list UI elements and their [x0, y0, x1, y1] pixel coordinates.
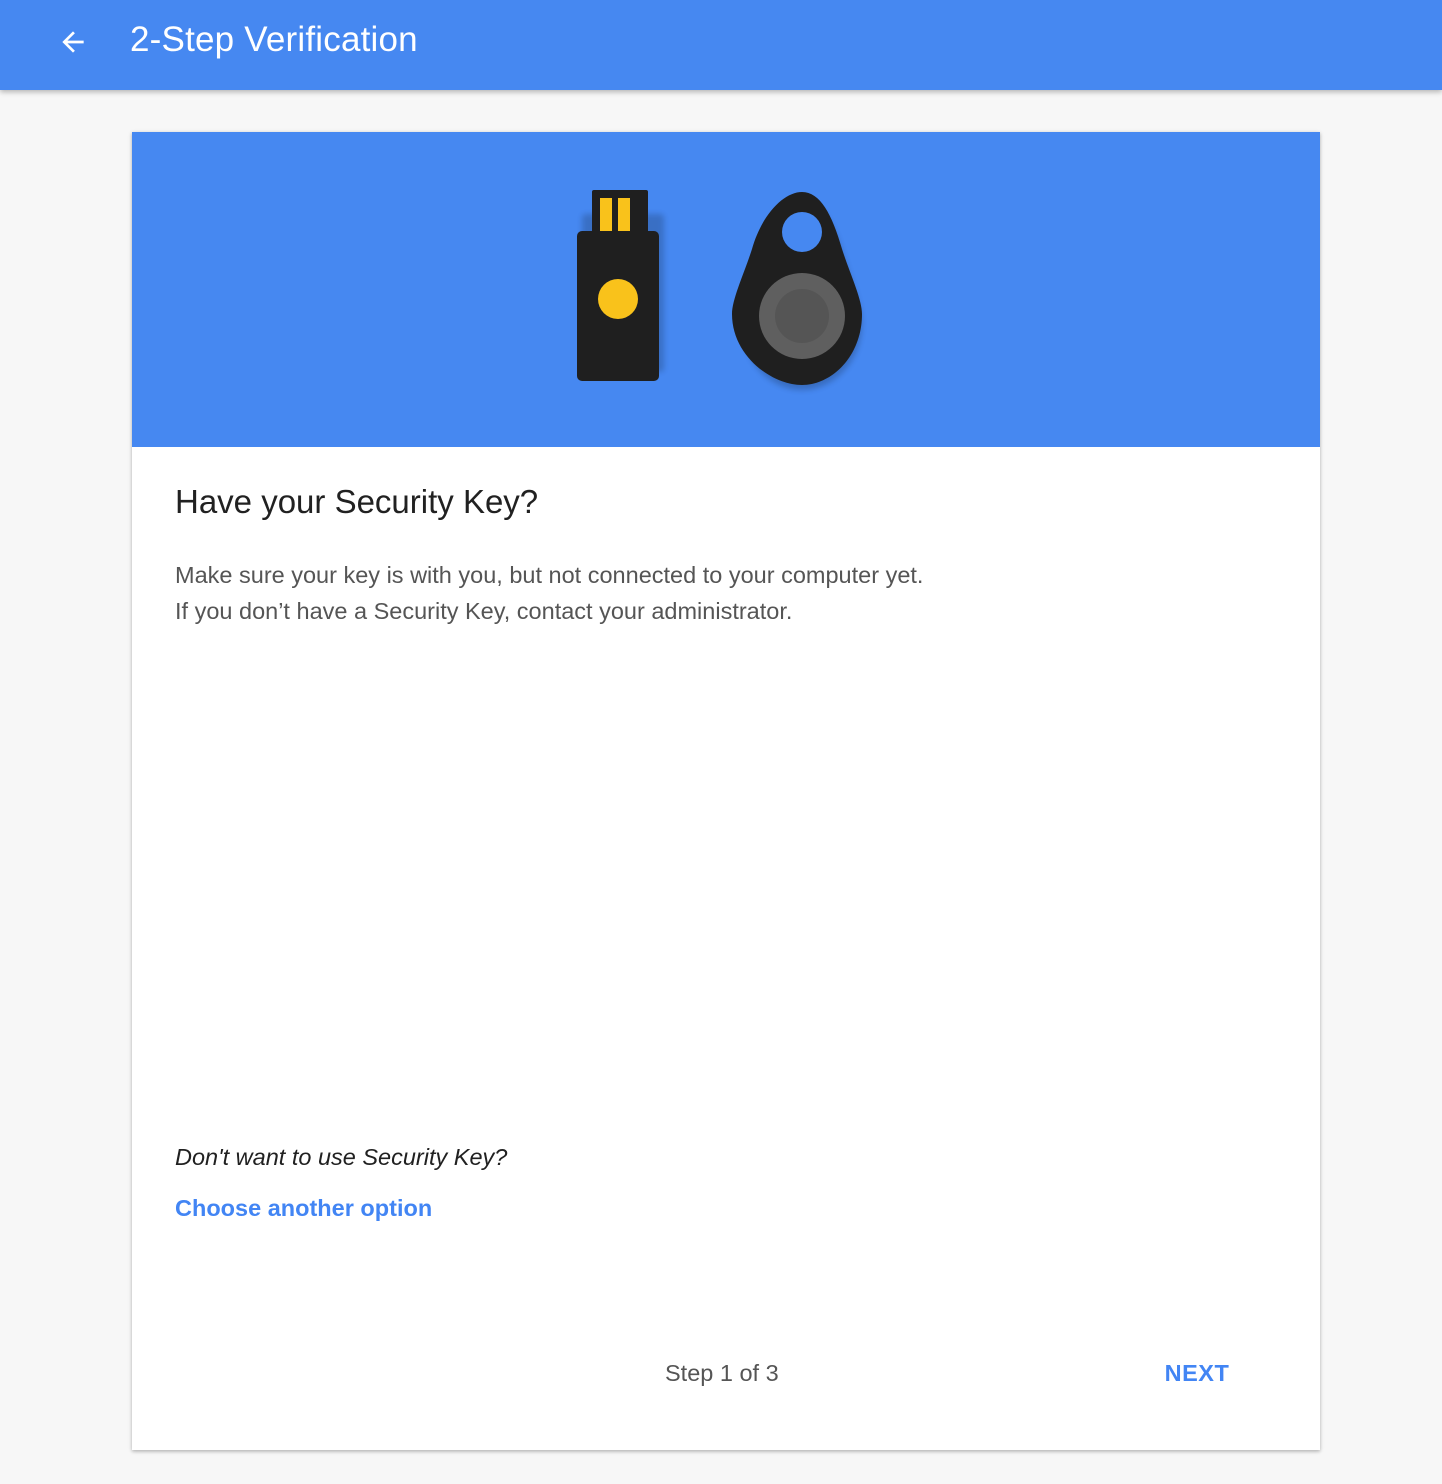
hero-illustration: [132, 132, 1320, 447]
usb-security-key-icon: [577, 190, 664, 381]
choose-another-option-link[interactable]: Choose another option: [175, 1191, 432, 1225]
app-bar: 2-Step Verification: [0, 0, 1442, 90]
card-heading: Have your Security Key?: [175, 483, 539, 520]
next-button[interactable]: NEXT: [1152, 1348, 1242, 1398]
step-indicator: Step 1 of 3: [665, 1360, 779, 1386]
security-keys-illustration: [577, 190, 862, 390]
description-line: Make sure your key is with you, but not …: [175, 562, 924, 588]
card-description: Make sure your key is with you, but not …: [175, 557, 923, 629]
alternative-question: Don't want to use Security Key?: [175, 1144, 508, 1170]
fob-security-key-icon: [732, 192, 862, 390]
back-button[interactable]: [48, 17, 98, 67]
security-key-card: Have your Security Key? Make sure your k…: [132, 132, 1320, 1450]
arrow-back-icon: [62, 31, 84, 53]
description-line: If you don’t have a Security Key, contac…: [175, 598, 793, 624]
page-title: 2-Step Verification: [130, 20, 418, 59]
